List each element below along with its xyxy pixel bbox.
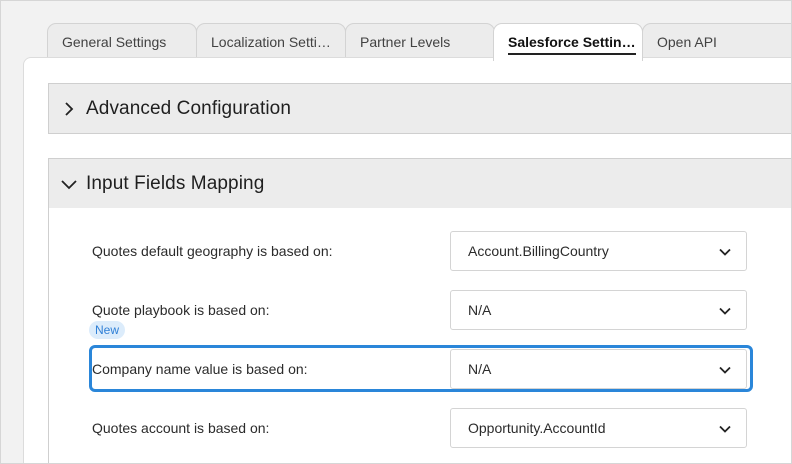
input-fields-mapping-section: Input Fields Mapping Quotes default geog… <box>48 158 791 463</box>
new-badge: New <box>89 321 126 339</box>
chevron-down-icon <box>718 245 732 259</box>
default-geography-select[interactable]: Account.BillingCountry <box>450 231 747 271</box>
advanced-configuration-header[interactable]: Advanced Configuration <box>49 84 791 133</box>
chevron-down-icon <box>718 422 732 436</box>
field-label: Company name value is based on: <box>92 361 308 377</box>
tab-open-api[interactable]: Open API <box>642 23 791 59</box>
tab-localization-settings[interactable]: Localization Setti… <box>196 23 346 59</box>
field-row-quotes-account: Quotes account is based on: Opportunity.… <box>49 408 791 448</box>
chevron-down-icon <box>59 174 79 194</box>
select-value: N/A <box>468 361 492 377</box>
company-name-select[interactable]: N/A <box>450 349 747 389</box>
app-window: General Settings Localization Setti… Par… <box>0 0 792 464</box>
chevron-right-icon <box>59 99 79 119</box>
select-value: Opportunity.AccountId <box>468 420 606 436</box>
field-label: Quotes account is based on: <box>92 420 270 436</box>
tab-salesforce-settings[interactable]: Salesforce Settin… <box>493 23 643 61</box>
settings-tabs: General Settings Localization Setti… Par… <box>1 1 791 61</box>
field-label: Quotes default geography is based on: <box>92 243 333 259</box>
field-row-default-geography: Quotes default geography is based on: Ac… <box>49 231 791 271</box>
select-value: N/A <box>468 302 492 318</box>
tab-partner-levels[interactable]: Partner Levels <box>345 23 495 59</box>
quote-playbook-select[interactable]: N/A <box>450 290 747 330</box>
chevron-down-icon <box>718 363 732 377</box>
quotes-account-select[interactable]: Opportunity.AccountId <box>450 408 747 448</box>
input-fields-mapping-header[interactable]: Input Fields Mapping <box>49 159 791 208</box>
tab-general-settings[interactable]: General Settings <box>47 23 197 59</box>
field-row-quote-playbook: Quote playbook is based on: New N/A <box>49 290 791 339</box>
chevron-down-icon <box>718 304 732 318</box>
section-title: Advanced Configuration <box>86 97 292 119</box>
advanced-configuration-section: Advanced Configuration <box>48 83 791 134</box>
section-title: Input Fields Mapping <box>86 172 265 194</box>
field-row-company-name: Company name value is based on: N/A <box>49 345 791 392</box>
select-value: Account.BillingCountry <box>468 243 609 259</box>
